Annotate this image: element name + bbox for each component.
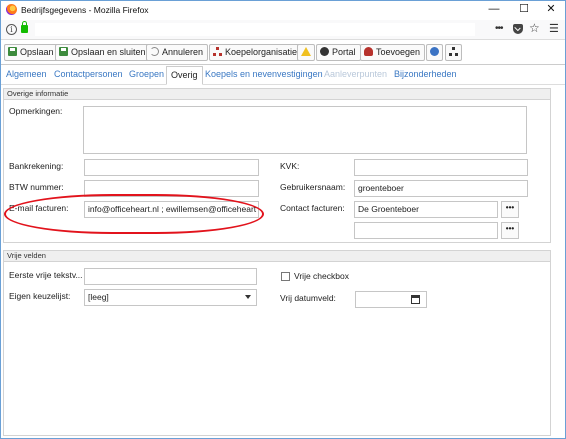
portal-label: Portal	[332, 47, 356, 57]
remarks-textarea[interactable]	[83, 106, 527, 154]
cancel-button[interactable]: Annuleren	[146, 44, 209, 61]
first-text-input[interactable]	[84, 268, 257, 285]
window-title: Bedrijfsgegevens - Mozilla Firefox	[21, 5, 149, 15]
dashboard-icon	[430, 47, 439, 56]
custom-list-label: Eigen keuzelijst:	[9, 291, 71, 301]
kvk-label: KVK:	[280, 161, 300, 171]
bank-input[interactable]	[84, 159, 259, 176]
invoice-email-input[interactable]: info@officeheart.nl ; ewillemsen@officeh…	[84, 201, 259, 218]
add-button[interactable]: Toevoegen	[360, 44, 426, 61]
free-fields-header: Vrije velden	[3, 250, 551, 262]
save-icon	[8, 47, 17, 56]
undo-icon	[150, 47, 159, 56]
maximize-button[interactable]: ☐	[511, 2, 537, 18]
content-area: Overige informatie Opmerkingen: Bankreke…	[1, 86, 565, 438]
add-label: Toevoegen	[376, 47, 421, 57]
tab-contactpersonen[interactable]: Contactpersonen	[54, 69, 123, 79]
save-and-close-button[interactable]: Opslaan en sluiten	[55, 44, 151, 61]
tab-koepels[interactable]: Koepels en nevenvestigingen	[205, 69, 323, 79]
hamburger-menu-icon[interactable]: ☰	[549, 22, 559, 35]
close-button[interactable]: ✕	[538, 2, 564, 18]
remarks-label: Opmerkingen:	[9, 106, 63, 116]
site-info-icon[interactable]: i	[6, 24, 17, 35]
save-button-label: Opslaan	[20, 47, 54, 57]
title-bar: Bedrijfsgegevens - Mozilla Firefox — ☐ ✕	[1, 1, 565, 19]
invoice-contact-picker-button-2[interactable]: •••	[501, 222, 519, 239]
parent-organisation-button[interactable]: Koepelorganisatie	[209, 44, 303, 61]
org-tree-icon	[213, 47, 222, 56]
page-actions-icon[interactable]: •••	[495, 23, 503, 34]
save-button[interactable]: Opslaan	[4, 44, 59, 61]
calendar-icon[interactable]	[411, 295, 420, 304]
bookmark-star-icon[interactable]: ☆	[529, 21, 540, 35]
invoice-contact-input-2[interactable]	[354, 222, 498, 239]
tab-groepen[interactable]: Groepen	[129, 69, 164, 79]
custom-list-value: [leeg]	[88, 292, 109, 302]
url-field[interactable]	[35, 23, 475, 36]
hierarchy-icon	[449, 47, 458, 56]
pocket-icon[interactable]	[513, 24, 523, 34]
globe-icon	[320, 47, 329, 56]
tab-aanleverpunten: Aanleverpunten	[324, 69, 388, 79]
browser-window: Bedrijfsgegevens - Mozilla Firefox — ☐ ✕…	[0, 0, 566, 439]
firefox-logo-icon	[6, 4, 17, 15]
custom-list-select[interactable]: [leeg]	[84, 289, 257, 306]
tab-overig[interactable]: Overig	[166, 66, 203, 85]
invoice-contact-picker-button[interactable]: •••	[501, 201, 519, 218]
username-label: Gebruikersnaam:	[280, 182, 346, 192]
kvk-input[interactable]	[354, 159, 528, 176]
tab-bar: Algemeen Contactpersonen Groepen Overig …	[1, 66, 565, 85]
add-user-icon	[364, 47, 373, 56]
hierarchy-button[interactable]	[445, 44, 462, 61]
other-info-header: Overige informatie	[3, 88, 551, 100]
warning-icon	[301, 47, 311, 56]
lock-icon	[21, 21, 28, 33]
bank-label: Bankrekening:	[9, 161, 64, 171]
toolbar: Opslaan Opslaan en sluiten Annuleren Koe…	[1, 41, 565, 65]
tab-algemeen[interactable]: Algemeen	[6, 69, 47, 79]
cancel-label: Annuleren	[162, 47, 204, 57]
username-input[interactable]: groenteboer	[354, 180, 528, 197]
warning-button[interactable]	[297, 44, 315, 61]
invoice-contact-input[interactable]: De Groenteboer	[354, 201, 498, 218]
portal-button[interactable]: Portal	[316, 44, 361, 61]
vat-label: BTW nummer:	[9, 182, 64, 192]
date-label: Vrij datumveld:	[280, 293, 336, 303]
free-checkbox-label: Vrije checkbox	[294, 271, 349, 281]
date-input[interactable]	[355, 291, 427, 308]
free-checkbox[interactable]	[281, 272, 290, 281]
invoice-contact-label: Contact facturen:	[280, 203, 345, 213]
save-icon	[59, 47, 68, 56]
save-and-close-label: Opslaan en sluiten	[71, 47, 146, 57]
minimize-button[interactable]: —	[481, 2, 507, 18]
first-text-label: Eerste vrije tekstv...	[9, 270, 83, 280]
vat-input[interactable]	[84, 180, 259, 197]
parent-organisation-label: Koepelorganisatie	[225, 47, 298, 57]
address-bar: i ••• ☆ ☰	[1, 20, 565, 40]
tab-bijzonderheden[interactable]: Bijzonderheden	[394, 69, 457, 79]
chevron-down-icon	[245, 295, 251, 299]
invoice-email-label: E-mail facturen:	[9, 203, 69, 213]
dashboard-button[interactable]	[426, 44, 443, 61]
